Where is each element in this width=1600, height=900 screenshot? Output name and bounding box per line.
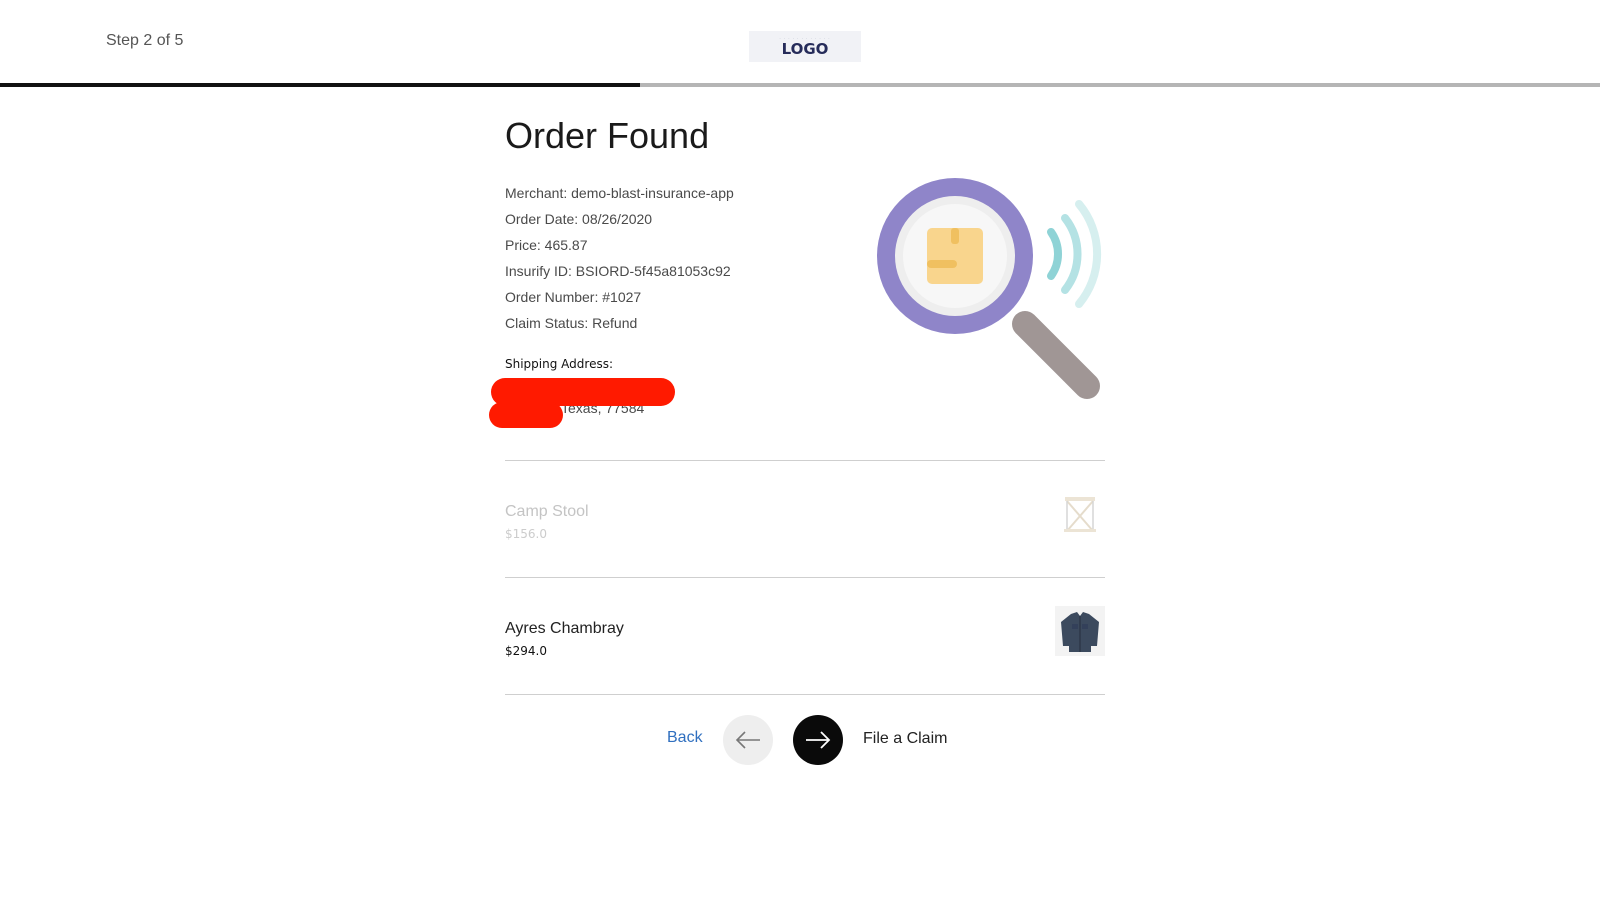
page-title: Order Found <box>505 115 710 156</box>
list-item[interactable]: Camp Stool $156.0 <box>505 461 1105 577</box>
brand-logo: · · · · · · · · · · · · LOGO <box>749 31 861 62</box>
camp-stool-image <box>1055 489 1105 539</box>
magnifier-icon <box>877 178 1102 399</box>
back-link[interactable]: Back <box>667 729 703 747</box>
wizard-navigation: Back File a Claim <box>0 715 1600 765</box>
file-claim-label[interactable]: File a Claim <box>863 730 947 748</box>
item-price: $156.0 <box>505 527 547 541</box>
item-price: $294.0 <box>505 644 547 658</box>
back-button[interactable] <box>723 715 773 765</box>
chambray-shirt-image <box>1055 606 1105 656</box>
claim-wizard-page: Step 2 of 5 · · · · · · · · · · · · LOGO… <box>0 0 1600 900</box>
progress-fill <box>0 83 640 87</box>
arrow-left-icon <box>735 731 760 749</box>
list-item[interactable]: Ayres Chambray $294.0 <box>505 578 1105 694</box>
order-details: Order Found Merchant: demo-blast-insuran… <box>489 108 1105 428</box>
order-items-list: Camp Stool $156.0 Ayres Chambray $294.0 <box>505 460 1105 695</box>
item-name: Ayres Chambray <box>505 620 624 637</box>
logo-text: LOGO <box>781 40 829 58</box>
arrow-right-icon <box>806 731 831 749</box>
next-button[interactable] <box>793 715 843 765</box>
redaction-mark <box>489 402 563 428</box>
divider <box>505 694 1105 695</box>
item-name: Camp Stool <box>505 503 589 520</box>
step-indicator: Step 2 of 5 <box>106 32 184 49</box>
search-order-illustration-icon <box>875 174 1115 414</box>
